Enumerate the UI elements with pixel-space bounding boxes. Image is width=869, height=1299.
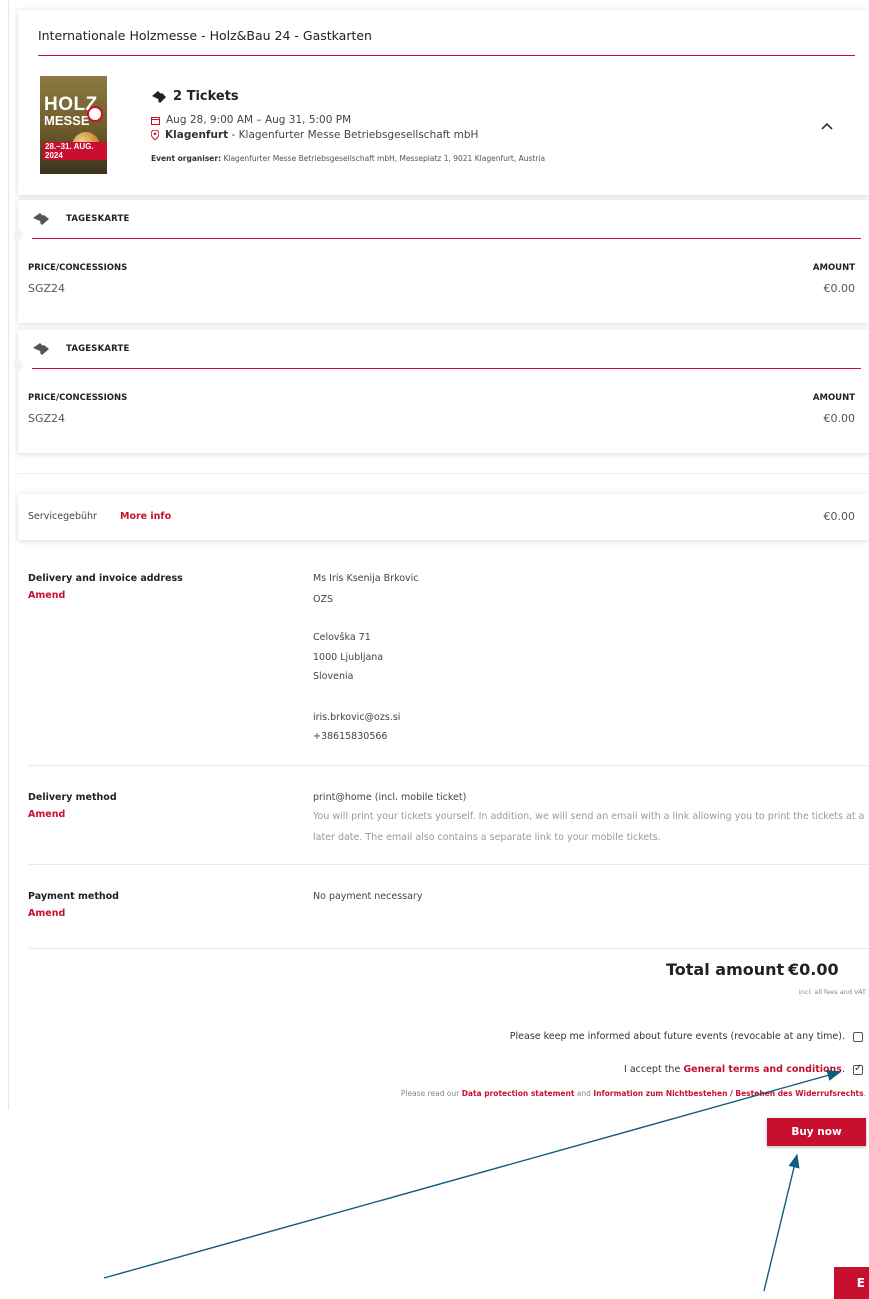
amend-payment-link[interactable]: Amend	[28, 908, 65, 919]
section-divider	[28, 765, 869, 766]
payment-method-label: Payment method	[28, 891, 119, 902]
delivery-method-label: Delivery method	[28, 792, 117, 803]
event-location-venue: - Klagenfurter Messe Betriebsgesellschaf…	[228, 129, 479, 141]
ticket-icon	[152, 90, 166, 103]
price-concessions-value: SGZ24	[28, 412, 66, 425]
tickets-summary: 2 Tickets	[151, 89, 239, 104]
amount-label: AMOUNT	[812, 393, 855, 403]
event-title-rule	[38, 55, 855, 56]
ticket-name: TAGESKARTE	[66, 214, 130, 224]
amount-value: €0.00	[823, 412, 856, 425]
chevron-up-icon[interactable]	[821, 118, 833, 134]
amount-value: €0.00	[823, 282, 856, 295]
event-card: Internationale Holzmesse - Holz&Bau 24 -…	[18, 10, 869, 195]
section-divider	[28, 948, 869, 949]
delivery-address-label: Delivery and invoice address	[28, 573, 183, 584]
ticket-notch	[13, 360, 23, 370]
terms-consent-row: I accept the General terms and condition…	[624, 1063, 863, 1075]
delivery-method-description: You will print your tickets yourself. In…	[313, 811, 865, 843]
privacy-suffix: .	[863, 1089, 866, 1098]
buy-now-button[interactable]: Buy now	[767, 1118, 866, 1146]
organiser-value: Klagenfurter Messe Betriebsgesellschaft …	[221, 154, 546, 163]
newsletter-consent-text: Please keep me informed about future eve…	[509, 1031, 845, 1042]
section-divider	[28, 864, 869, 865]
poster-date: 28.–31. AUG. 2024	[43, 142, 107, 160]
price-concessions-label: PRICE/CONCESSIONS	[28, 263, 128, 273]
calendar-icon	[151, 116, 160, 125]
privacy-and: and	[574, 1089, 594, 1098]
organiser-label: Event organiser:	[151, 154, 222, 163]
event-organiser: Event organiser: Klagenfurter Messe Betr…	[151, 154, 545, 163]
poster-line2: MESSE	[44, 113, 90, 128]
price-concessions-label: PRICE/CONCESSIONS	[28, 393, 128, 403]
event-date-range: Aug 28, 9:00 AM – Aug 31, 5:00 PM	[166, 114, 352, 126]
price-concessions-value: SGZ24	[28, 282, 66, 295]
annotation-arrow-terms	[103, 1070, 842, 1279]
tickets-count: 2 Tickets	[173, 89, 239, 104]
address-company: OZS	[313, 594, 334, 605]
ticket-icon	[33, 213, 49, 225]
section-divider	[18, 473, 869, 474]
amend-address-link[interactable]: Amend	[28, 590, 65, 601]
ticket-card-2: TAGESKARTE PRICE/CONCESSIONS SGZ24 AMOUN…	[13, 330, 869, 453]
ticket-icon	[33, 343, 49, 355]
service-fee-label: Servicegebühr	[28, 511, 97, 522]
location-pin-icon	[151, 130, 159, 140]
total-amount-note: incl. all fees and VAT	[798, 988, 866, 996]
privacy-notice: Please read our Data protection statemen…	[401, 1089, 866, 1098]
total-amount-label: Total amount	[666, 960, 785, 979]
ticket-notch	[13, 230, 23, 240]
event-location-row: Klagenfurt - Klagenfurter Messe Betriebs…	[151, 129, 478, 141]
ticket-header: TAGESKARTE	[32, 342, 130, 356]
address-country: Slovenia	[313, 671, 354, 682]
terms-suffix: .	[841, 1064, 845, 1075]
delivery-method-value: print@home (incl. mobile ticket)	[313, 792, 467, 803]
address-name: Ms Iris Ksenija Brkovic	[313, 573, 419, 584]
privacy-prefix: Please read our	[400, 1089, 462, 1098]
general-terms-link[interactable]: General terms and conditions	[683, 1064, 842, 1075]
address-city: 1000 Ljubljana	[313, 652, 384, 663]
annotation-arrow-buy	[763, 1153, 800, 1292]
address-email: iris.brkovic@ozs.si	[313, 712, 401, 723]
withdrawal-info-link[interactable]: Information zum Nichtbestehen / Bestehen…	[593, 1089, 863, 1098]
ticket-header: TAGESKARTE	[32, 212, 130, 226]
data-protection-link[interactable]: Data protection statement	[462, 1089, 575, 1098]
page-edge-line	[8, 0, 9, 1110]
service-fee-value: €0.00	[823, 510, 856, 523]
payment-method-value: No payment necessary	[313, 891, 423, 902]
ticket-rule	[32, 238, 861, 239]
service-fee-card: Servicegebühr More info €0.00	[18, 494, 869, 540]
event-poster-image: HOLZ MESSE 28.–31. AUG. 2024	[40, 76, 107, 174]
newsletter-consent-row: Please keep me informed about future eve…	[510, 1031, 863, 1042]
terms-prefix: I accept the	[624, 1064, 684, 1075]
total-amount-value: €0.00	[788, 960, 839, 979]
corner-red-button[interactable]: E	[834, 1267, 869, 1299]
address-street: Celovška 71	[313, 632, 371, 643]
event-location-city: Klagenfurt	[165, 129, 229, 141]
ticket-name: TAGESKARTE	[66, 344, 130, 354]
newsletter-checkbox[interactable]	[853, 1031, 863, 1042]
event-title: Internationale Holzmesse - Holz&Bau 24 -…	[38, 28, 372, 43]
amend-delivery-link[interactable]: Amend	[28, 809, 65, 820]
amount-label: AMOUNT	[812, 263, 855, 273]
ticket-card-1: TAGESKARTE PRICE/CONCESSIONS SGZ24 AMOUN…	[13, 200, 869, 323]
event-date-row: Aug 28, 9:00 AM – Aug 31, 5:00 PM	[151, 114, 351, 126]
poster-badge	[87, 106, 103, 122]
more-info-link[interactable]: More info	[120, 511, 171, 522]
address-phone: +38615830566	[313, 731, 388, 742]
terms-checkbox[interactable]	[853, 1063, 863, 1075]
ticket-rule	[32, 368, 861, 369]
